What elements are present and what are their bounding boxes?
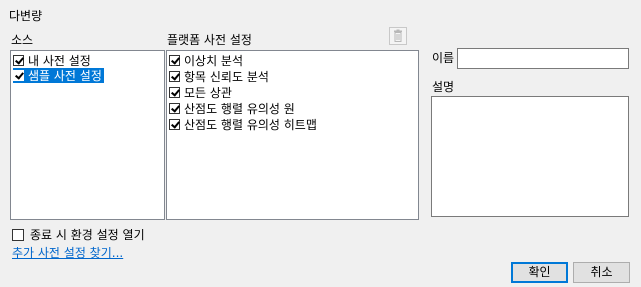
- platform-item-label: 이상치 분석: [184, 54, 244, 68]
- description-textarea[interactable]: [431, 96, 629, 217]
- open-on-exit-label: 종료 시 환경 설정 열기: [30, 228, 145, 242]
- source-item-label: 샘플 사전 설정: [28, 69, 102, 83]
- platform-item-reliability[interactable]: 항목 신뢰도 분석: [169, 69, 271, 84]
- checkbox-outlier[interactable]: [169, 55, 180, 66]
- platform-item-label: 모든 상관: [184, 86, 232, 100]
- source-item-sample-presets[interactable]: 샘플 사전 설정: [13, 68, 104, 83]
- platform-item-outlier[interactable]: 이상치 분석: [169, 53, 245, 68]
- checkbox-scatter-heatmap[interactable]: [169, 119, 180, 130]
- source-heading: 소스: [11, 33, 34, 47]
- find-more-presets-link[interactable]: 추가 사전 설정 찾기...: [12, 244, 123, 261]
- dialog-title: 다변량: [9, 9, 43, 23]
- platform-list[interactable]: 이상치 분석 항목 신뢰도 분석 모든 상관 산점도 행렬 유의성 원 산점도 …: [166, 50, 419, 220]
- checkbox-correlations[interactable]: [169, 87, 180, 98]
- platform-item-scatter-heatmap[interactable]: 산점도 행렬 유의성 히트맵: [169, 117, 319, 132]
- platform-item-correlations[interactable]: 모든 상관: [169, 85, 234, 100]
- platform-item-scatter-circle[interactable]: 산점도 행렬 유의성 원: [169, 101, 297, 116]
- name-input[interactable]: [457, 48, 629, 69]
- checkbox-scatter-circle[interactable]: [169, 103, 180, 114]
- trash-icon[interactable]: [389, 27, 407, 45]
- description-label: 설명: [432, 80, 455, 94]
- source-list[interactable]: 내 사전 설정 샘플 사전 설정: [10, 50, 165, 220]
- checkbox-my-presets[interactable]: [13, 55, 24, 66]
- open-on-exit-option[interactable]: 종료 시 환경 설정 열기: [12, 226, 145, 243]
- platform-item-label: 항목 신뢰도 분석: [184, 70, 269, 84]
- cancel-button[interactable]: 취소: [573, 262, 630, 283]
- name-label: 이름: [432, 51, 455, 65]
- open-on-exit-checkbox[interactable]: [12, 228, 24, 241]
- source-item-my-presets[interactable]: 내 사전 설정: [13, 53, 93, 68]
- platform-item-label: 산점도 행렬 유의성 히트맵: [184, 118, 317, 132]
- ok-button[interactable]: 확인: [511, 262, 568, 283]
- dialog: 다변량 소스 내 사전 설정 샘플 사전 설정 플랫폼 사전 설정 이상치 분석: [0, 0, 641, 287]
- platform-item-label: 산점도 행렬 유의성 원: [184, 102, 295, 116]
- platform-heading: 플랫폼 사전 설정: [167, 33, 252, 47]
- checkbox-reliability[interactable]: [169, 71, 180, 82]
- checkbox-sample-presets[interactable]: [13, 70, 24, 81]
